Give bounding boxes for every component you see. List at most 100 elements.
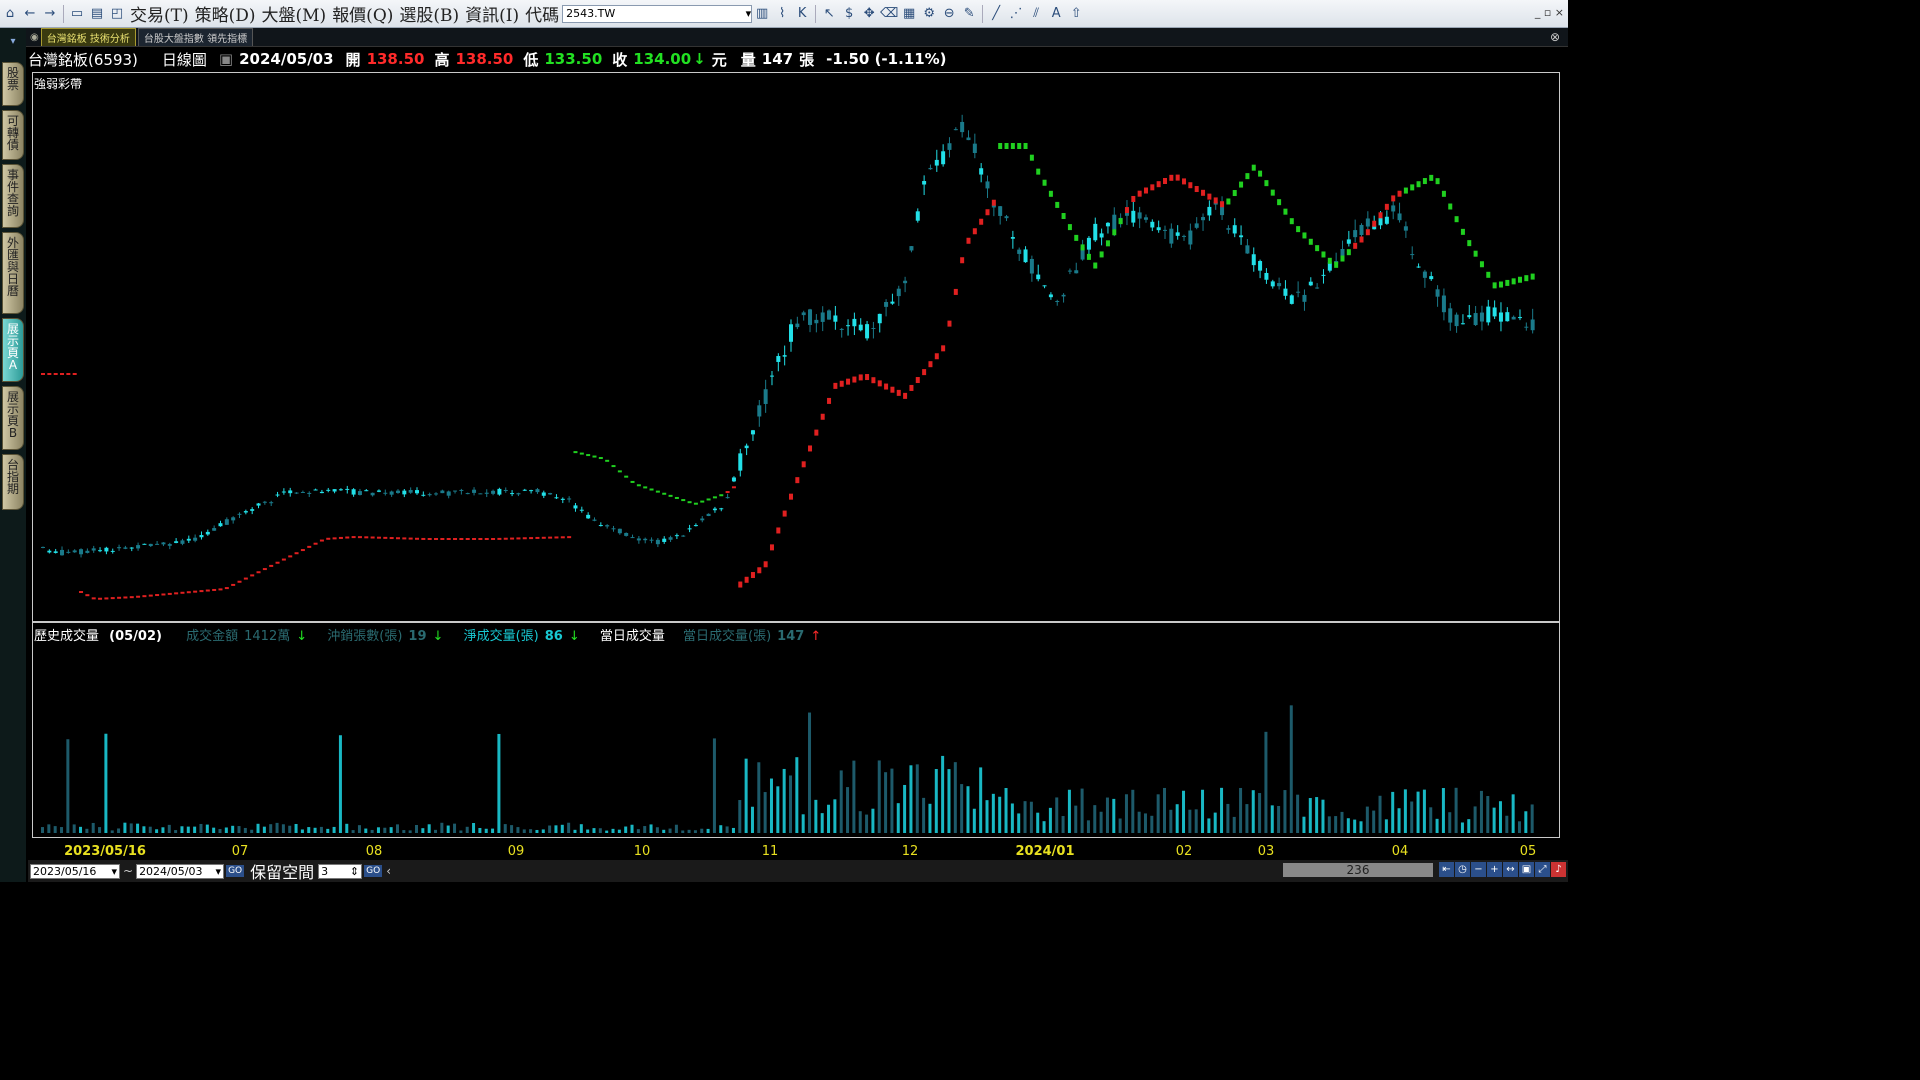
volume-bar: [820, 813, 824, 833]
candle-body: [237, 513, 242, 515]
code-input[interactable]: 2543.TW ▾: [562, 4, 753, 23]
scroll-start-icon[interactable]: ⇤: [1439, 862, 1454, 877]
window-icon[interactable]: ◰: [108, 5, 126, 23]
sidebar-tab-2[interactable]: 事件查詢: [2, 164, 24, 228]
chart-icon[interactable]: ▥: [753, 5, 771, 23]
forward-icon[interactable]: →: [41, 5, 59, 23]
reserve-value: 3: [321, 864, 329, 878]
price-chart[interactable]: [33, 73, 1559, 621]
start-date-input[interactable]: 2023/05/16 ▾: [30, 863, 120, 879]
candle-body: [1410, 254, 1415, 256]
sidebar-tab-0[interactable]: 股票: [2, 62, 24, 106]
zoom-in-icon[interactable]: +: [1487, 862, 1502, 877]
volume-bar: [205, 824, 209, 833]
channel-icon[interactable]: ⫽: [1027, 5, 1045, 23]
tool-icon[interactable]: ⚙: [920, 5, 938, 23]
candle-body: [1473, 313, 1478, 326]
fit-icon[interactable]: ↔: [1503, 862, 1518, 877]
volume-bar: [1397, 808, 1401, 833]
cursor-icon[interactable]: ↖: [820, 5, 838, 23]
band-segment: [1150, 184, 1155, 191]
volume-bar: [66, 739, 70, 833]
chevron-down-icon[interactable]: ▾: [111, 865, 117, 878]
folder-icon[interactable]: ▭: [68, 5, 86, 23]
back-icon[interactable]: ←: [21, 5, 39, 23]
spinner-icon[interactable]: ⇕: [350, 865, 359, 878]
close-icon[interactable]: ⊗: [1550, 30, 1560, 44]
zoom-out-icon[interactable]: −: [1471, 862, 1486, 877]
end-date-input[interactable]: 2024/05/03 ▾: [136, 863, 225, 879]
band-segment: [478, 538, 483, 540]
restore-icon[interactable]: ▣: [1519, 862, 1534, 877]
chevron-down-icon[interactable]: ▾: [746, 7, 752, 20]
menu-info[interactable]: 資訊(I): [465, 1, 519, 26]
tab-index[interactable]: 台股大盤指數 領先指標: [137, 28, 254, 46]
menu-trade[interactable]: 交易(T): [130, 1, 189, 26]
collapse-icon[interactable]: ▾: [0, 36, 26, 47]
zoom-icon[interactable]: ⊖: [940, 5, 958, 23]
move-icon[interactable]: ✥: [860, 5, 878, 23]
volume-bar: [865, 814, 869, 833]
go-button-2[interactable]: GO: [364, 865, 383, 877]
stock-name[interactable]: 台灣銘板(6593): [28, 49, 138, 70]
expand-icon[interactable]: ⤢: [1535, 862, 1550, 877]
print-icon[interactable]: ▤: [88, 5, 106, 23]
menu-screener[interactable]: 選股(B): [399, 1, 459, 26]
period-label[interactable]: 日線圖: [162, 49, 207, 70]
sidebar-tab-1[interactable]: 可轉債: [2, 110, 24, 160]
sidebar-tab-6[interactable]: 台指期: [2, 454, 24, 510]
candle-body: [161, 542, 166, 545]
volume-bar: [890, 768, 894, 833]
volume-chart[interactable]: [33, 645, 1559, 835]
volume-bar: [174, 830, 178, 833]
sidebar-tab-3[interactable]: 外匯與日曆: [2, 232, 24, 314]
sidebar-tab-5[interactable]: 展示頁B: [2, 386, 24, 450]
arrow-icon[interactable]: ⇧: [1067, 5, 1085, 23]
volume-bar: [1023, 801, 1027, 833]
today-volume-value: 147: [777, 629, 805, 644]
line-chart-icon[interactable]: ⌇: [773, 5, 791, 23]
bell-icon[interactable]: ♪: [1551, 862, 1566, 877]
scrollbar-thumb[interactable]: 236: [1283, 863, 1433, 877]
k-icon[interactable]: K: [793, 5, 811, 23]
reserve-input[interactable]: 3 ⇕: [318, 863, 363, 879]
volume-bar: [922, 797, 926, 833]
home-icon[interactable]: ⌂: [1, 5, 19, 23]
calculator-icon[interactable]: ▦: [900, 5, 918, 23]
fan-icon[interactable]: ⋰: [1007, 5, 1025, 23]
volume-bar: [776, 786, 780, 833]
band-segment: [1029, 154, 1034, 161]
go-button[interactable]: GO: [226, 865, 245, 877]
volume-bar: [750, 806, 754, 833]
sidebar-tab-4[interactable]: 展示頁A: [2, 318, 24, 382]
band-segment: [1289, 218, 1294, 225]
candle-body: [1359, 224, 1364, 236]
dollar-icon[interactable]: $: [840, 5, 858, 23]
candle-body: [573, 505, 578, 509]
scroll-left-icon[interactable]: ‹: [386, 864, 391, 878]
text-icon[interactable]: A: [1047, 5, 1065, 23]
candle-body: [763, 389, 768, 404]
volume-bar: [1061, 816, 1065, 833]
band-segment: [1467, 240, 1472, 247]
volume-bar: [763, 792, 767, 833]
menu-market[interactable]: 大盤(M): [262, 1, 327, 26]
eraser-icon[interactable]: ⌫: [880, 5, 898, 23]
checkbox-icon[interactable]: ▣: [219, 50, 233, 68]
menu-strategy[interactable]: 策略(D): [195, 1, 256, 26]
volume-bar: [1258, 793, 1262, 833]
main-toolbar: ⌂ ← → ▭ ▤ ◰ 交易(T) 策略(D) 大盤(M) 報價(Q) 選股(B…: [0, 0, 1568, 28]
candle-body: [79, 549, 84, 555]
draw-icon[interactable]: ✎: [960, 5, 978, 23]
window-controls[interactable]: _ ▫ ×: [1535, 6, 1564, 19]
tab-technical[interactable]: 台灣銘板 技術分析: [40, 28, 136, 46]
clock-icon[interactable]: ◷: [1455, 862, 1470, 877]
candle-body: [1346, 239, 1351, 244]
volume-bar: [434, 829, 438, 833]
chevron-down-icon[interactable]: ▾: [216, 865, 222, 878]
band-segment: [1169, 174, 1174, 181]
menu-icon[interactable]: ◉: [30, 32, 39, 43]
band-segment: [877, 380, 882, 387]
trendline-icon[interactable]: ╱: [987, 5, 1005, 23]
menu-quote[interactable]: 報價(Q): [332, 1, 393, 26]
